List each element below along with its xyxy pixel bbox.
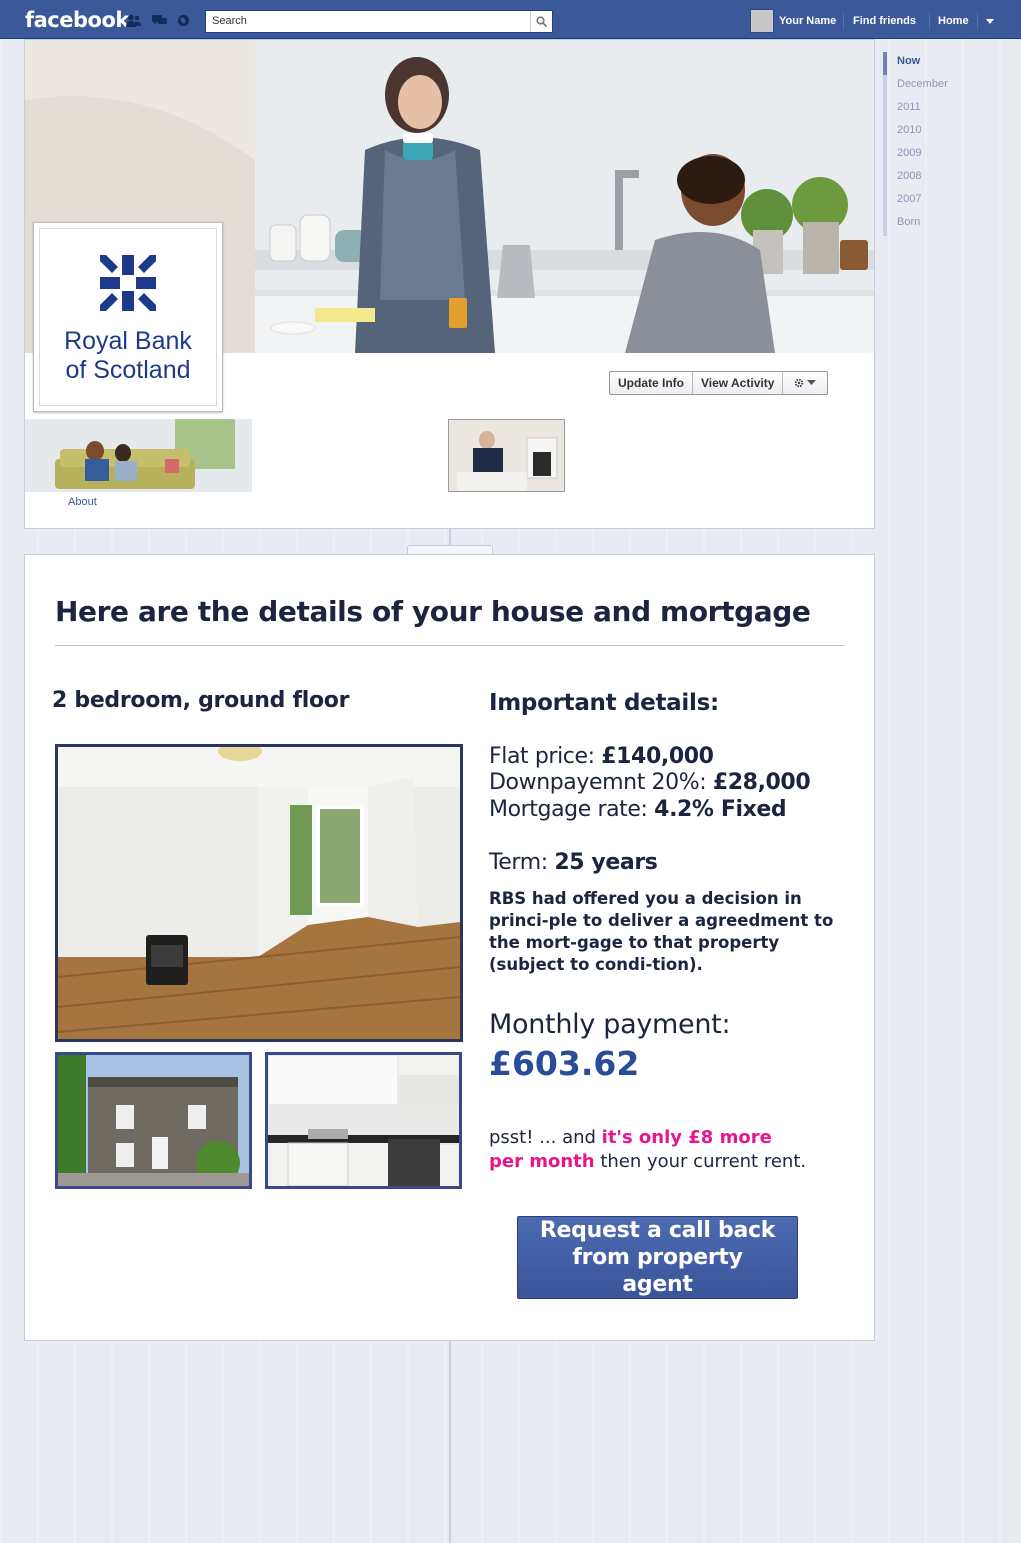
decision-in-principle-text: RBS had offered you a decision in princi… (489, 889, 834, 974)
brand-line-1: Royal Bank (64, 327, 192, 355)
empty-room-image (58, 747, 460, 1039)
term-value: 25 years (554, 850, 658, 875)
house-exterior-image (58, 1055, 249, 1186)
term-row: Term: 25 years (489, 850, 658, 875)
photos-thumbnail[interactable] (448, 419, 565, 492)
timeline-item-now[interactable]: Now (883, 52, 993, 75)
view-activity-button[interactable]: View Activity (693, 372, 784, 394)
messages-icon[interactable] (152, 14, 167, 27)
profile-link[interactable]: Your Name (779, 15, 836, 27)
rent-comparison-note: psst! ... and it's only £8 more per mont… (489, 1126, 809, 1174)
property-exterior-photo[interactable] (55, 1052, 252, 1189)
mortgage-details-card: Here are the details of your house and m… (24, 554, 875, 1341)
timeline-item-december[interactable]: December (883, 75, 993, 98)
downpayment-label: Downpayemnt 20%: (489, 770, 713, 795)
profile-action-bar: Update Info View Activity (609, 371, 829, 395)
timeline-item-born[interactable]: Born (883, 213, 993, 236)
important-details-heading: Important details: (489, 690, 719, 716)
request-callback-button[interactable]: Request a call back from property agent (517, 1216, 798, 1299)
find-friends-link[interactable]: Find friends (853, 15, 916, 27)
monthly-payment-value: £603.62 (489, 1044, 640, 1083)
gear-icon (795, 378, 804, 388)
search-button[interactable] (530, 11, 552, 32)
seated-man-image (449, 420, 564, 491)
mortgage-rate-value: 4.2% Fixed (654, 797, 787, 822)
user-avatar[interactable] (750, 9, 774, 33)
downpayment-row: Downpayemnt 20%: £28,000 (489, 770, 811, 795)
property-kitchen-photo[interactable] (265, 1052, 462, 1189)
psst-prefix: psst! ... and (489, 1127, 602, 1148)
divider (55, 645, 844, 646)
mortgage-rate-row: Mortgage rate: 4.2% Fixed (489, 797, 787, 822)
timeline-item-2008[interactable]: 2008 (883, 167, 993, 190)
brand-line-2: of Scotland (65, 356, 191, 384)
page-title: Here are the details of your house and m… (55, 595, 811, 628)
profile-picture[interactable]: Royal Bank of Scotland (33, 222, 223, 412)
living-room-image (25, 419, 252, 492)
kitchen-image (268, 1055, 459, 1186)
term-label: Term: (489, 850, 555, 875)
timeline-item-2009[interactable]: 2009 (883, 144, 993, 167)
dropdown-arrow-icon[interactable] (986, 19, 994, 24)
about-link[interactable]: About (68, 496, 97, 508)
flat-price-value: £140,000 (601, 744, 714, 769)
top-navigation-bar: facebook Search Your Name Find friends H… (0, 0, 1021, 39)
timeline-nav: Now December 2011 2010 2009 2008 2007 Bo… (883, 52, 993, 236)
timeline-spine (449, 1340, 451, 1543)
about-thumbnail[interactable] (25, 419, 252, 492)
notifications-icon[interactable] (176, 14, 191, 27)
flat-price-label: Flat price: (489, 744, 602, 769)
rbs-logo-text: Royal Bank of Scotland (64, 327, 192, 385)
search-icon (536, 16, 547, 27)
rbs-logo: Royal Bank of Scotland (39, 228, 217, 406)
settings-dropdown[interactable] (783, 372, 827, 394)
update-info-button[interactable]: Update Info (610, 372, 693, 394)
nav-divider (929, 13, 930, 29)
property-summary: 2 bedroom, ground floor (52, 688, 350, 713)
search-input[interactable]: Search (205, 10, 553, 33)
profile-header-card: Royal Bank of Scotland Update Info View … (24, 39, 875, 529)
timeline-item-2011[interactable]: 2011 (883, 98, 993, 121)
chevron-down-icon (807, 380, 817, 385)
home-link[interactable]: Home (938, 15, 969, 27)
mortgage-rate-label: Mortgage rate: (489, 797, 655, 822)
property-main-photo[interactable] (55, 744, 463, 1042)
rbs-daisy-wheel-icon (100, 255, 156, 311)
nav-divider (977, 13, 978, 29)
flat-price-row: Flat price: £140,000 (489, 744, 714, 769)
timeline-item-2007[interactable]: 2007 (883, 190, 993, 213)
monthly-payment-label: Monthly payment: (489, 1009, 731, 1040)
psst-suffix: then your current rent. (594, 1151, 807, 1172)
downpayment-value: £28,000 (712, 770, 811, 795)
timeline-item-2010[interactable]: 2010 (883, 121, 993, 144)
facebook-logo[interactable]: facebook (25, 8, 129, 32)
nav-divider (843, 13, 844, 29)
friends-icon[interactable] (126, 14, 141, 27)
